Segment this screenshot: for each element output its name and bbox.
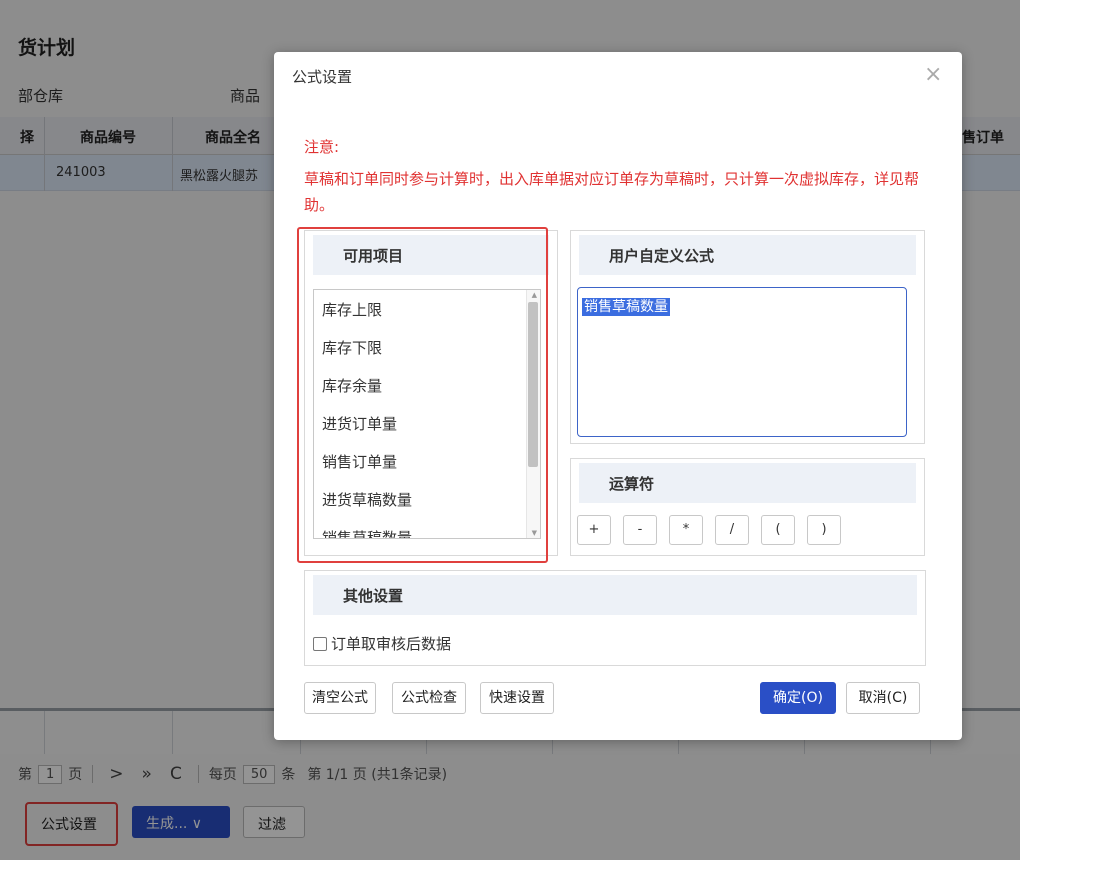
operators-row: + - * / ( ) [577, 515, 841, 545]
custom-formula-heading: 用户自定义公式 [579, 235, 916, 275]
operators-heading: 运算符 [579, 463, 916, 503]
notice-text: 草稿和订单同时参与计算时，出入库单据对应订单存为草稿时，只计算一次虚拟库存，详见… [304, 170, 920, 214]
ok-button[interactable]: 确定(O) [760, 682, 836, 714]
dialog-title: 公式设置 [292, 68, 353, 86]
checkbox[interactable] [313, 636, 327, 651]
audit-data-label: 订单取审核后数据 [331, 635, 452, 653]
op-lparen-button[interactable]: ( [761, 515, 795, 545]
op-plus-button[interactable]: + [577, 515, 611, 545]
quick-settings-button[interactable]: 快速设置 [480, 682, 554, 714]
clear-formula-button[interactable]: 清空公式 [304, 682, 376, 714]
close-icon[interactable]: × [924, 62, 942, 87]
check-formula-button[interactable]: 公式检查 [392, 682, 466, 714]
op-divide-button[interactable]: / [715, 515, 749, 545]
op-multiply-button[interactable]: * [669, 515, 703, 545]
other-settings-heading: 其他设置 [313, 575, 917, 615]
audit-data-checkbox[interactable]: 订单取审核后数据 [313, 633, 451, 654]
custom-formula-panel: 用户自定义公式 销售草稿数量 [570, 230, 925, 444]
formula-input[interactable]: 销售草稿数量 [577, 287, 907, 437]
op-minus-button[interactable]: - [623, 515, 657, 545]
notice-heading: 注意: [304, 138, 340, 156]
cancel-button[interactable]: 取消(C) [846, 682, 920, 714]
notice: 注意: 草稿和订单同时参与计算时，出入库单据对应订单存为草稿时，只计算一次虚拟库… [304, 134, 944, 218]
operators-panel: 运算符 + - * / ( ) [570, 458, 925, 556]
op-rparen-button[interactable]: ) [807, 515, 841, 545]
formula-value: 销售草稿数量 [582, 298, 670, 316]
other-settings-panel: 其他设置 订单取审核后数据 [304, 570, 926, 666]
highlight-frame [297, 227, 548, 563]
